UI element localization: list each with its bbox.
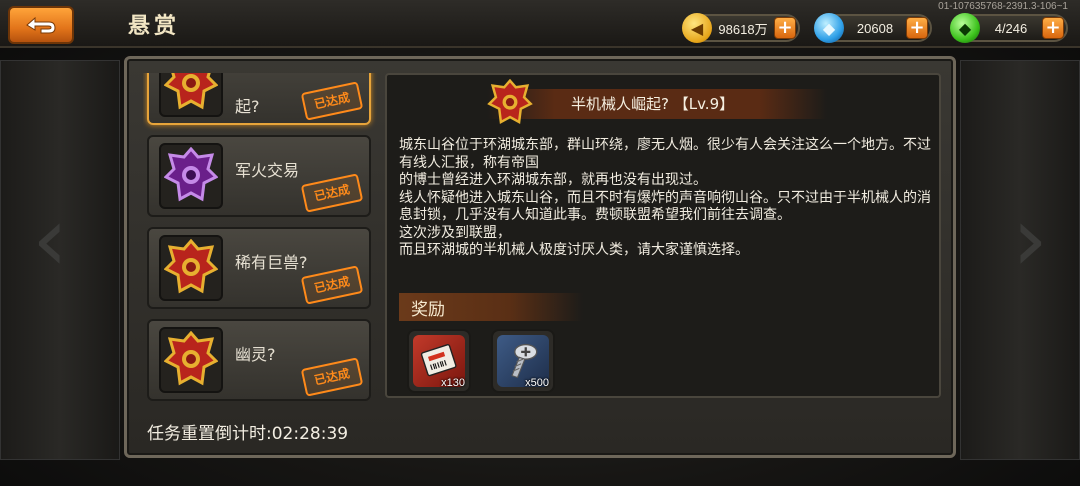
bounty-name: 军火交易 — [235, 161, 300, 180]
bounty-card[interactable]: 起? 已达成 — [147, 73, 371, 125]
page-title: 悬赏 — [128, 14, 181, 39]
add-energy-button[interactable]: + — [1042, 17, 1064, 39]
build-id-text: 01-107635768-2391.3-106~1 — [938, 1, 1068, 12]
completed-stamp: 已达成 — [300, 265, 364, 305]
bounty-window: 起? 已达成 军火交易 已达成 稀有巨兽? 已达成 幽灵? 已达成 半机械人崛起… — [124, 56, 956, 458]
purple-emblem-icon — [159, 143, 223, 209]
add-gold-button[interactable]: + — [774, 17, 796, 39]
add-crystal-button[interactable]: + — [906, 17, 928, 39]
chevron-right-icon: › — [1012, 187, 1048, 292]
bounty-card[interactable]: 军火交易 已达成 — [147, 135, 371, 217]
red-emblem-icon — [159, 327, 223, 393]
reward-label: 奖励 — [411, 300, 445, 320]
energy-resource: ◆ 4/246 + — [950, 13, 1068, 43]
completed-stamp: 已达成 — [300, 173, 364, 213]
bounty-list[interactable]: 起? 已达成 军火交易 已达成 稀有巨兽? 已达成 幽灵? 已达成 — [143, 73, 379, 401]
gold-coin-icon: ◀ — [682, 13, 712, 43]
gold-resource: ◀ 98618万 + — [682, 13, 800, 43]
green-gem-icon: ◆ — [950, 13, 980, 43]
completed-stamp: 已达成 — [300, 357, 364, 397]
bounty-card[interactable]: 幽灵? 已达成 — [147, 319, 371, 401]
reward-header: 奖励 — [399, 293, 583, 321]
blue-crystal-icon: ◆ — [814, 13, 844, 43]
top-bar: 悬赏 01-107635768-2391.3-106~1 ◀ 98618万 + … — [0, 0, 1080, 48]
bounty-name: 幽灵? — [235, 345, 276, 364]
red-emblem-icon — [159, 235, 223, 301]
red-emblem-icon — [487, 79, 533, 124]
bounty-name: 稀有巨兽? — [235, 253, 308, 272]
completed-stamp: 已达成 — [300, 81, 364, 121]
gold-value: 98618万 — [718, 21, 768, 37]
bounty-detail-panel: 半机械人崛起? 【Lv.9】 城东山谷位于环湖城东部，群山环绕，廖无人烟。很少有… — [385, 73, 941, 398]
red-emblem-icon — [159, 73, 223, 117]
reward-quantity: x130 — [441, 377, 465, 389]
reward-item-ticket[interactable]: x130 — [407, 329, 471, 393]
crystal-resource: ◆ 20608 + — [814, 13, 932, 43]
reward-quantity: x500 — [525, 377, 549, 389]
chevron-left-icon: ‹ — [32, 187, 68, 292]
back-button[interactable] — [8, 6, 74, 44]
crystal-value: 20608 — [856, 20, 894, 36]
back-arrow-icon — [26, 16, 56, 34]
bounty-description: 城东山谷位于环湖城东部，群山环绕，廖无人烟。很少有人会关注这么一个地方。不过有线… — [399, 137, 931, 258]
bounty-card[interactable]: 稀有巨兽? 已达成 — [147, 227, 371, 309]
bounty-name: 起? — [235, 97, 260, 116]
bounty-title: 半机械人崛起? 【Lv.9】 — [571, 95, 735, 113]
reset-countdown-text: 任务重置倒计时:02:28:39 — [147, 424, 349, 444]
reward-item-screw[interactable]: x500 — [491, 329, 555, 393]
energy-value: 4/246 — [994, 20, 1028, 36]
